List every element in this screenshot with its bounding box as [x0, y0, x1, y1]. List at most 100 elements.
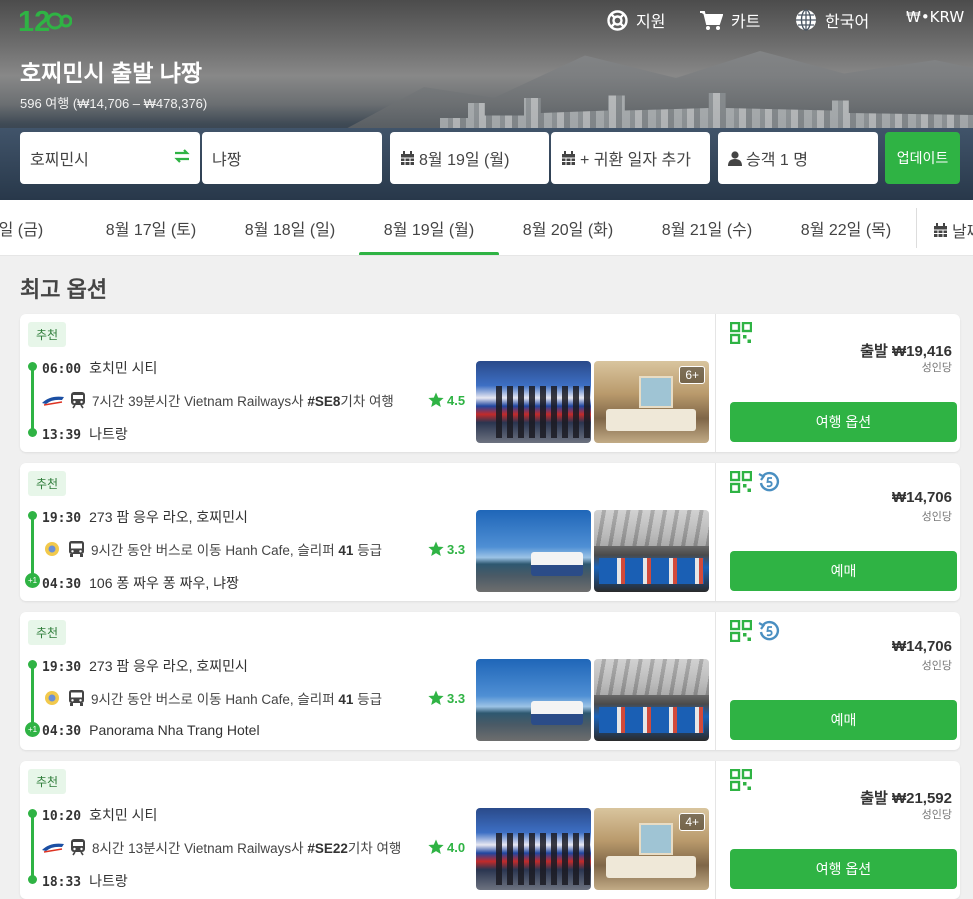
result-card[interactable]: 추천 +1 19:30 273 팜 응우 라오, 호찌민시 9시간 동안 버스로 … [20, 463, 960, 601]
departure-dot [28, 660, 37, 669]
currency-selector[interactable]: ₩•KRW [906, 8, 964, 26]
class-label: 기차 여행 [340, 394, 394, 409]
price-area: ₩14,706 성인당 예매 [725, 612, 960, 750]
operator: Vietnam Railways사 [184, 841, 304, 856]
train-photo[interactable] [476, 808, 591, 890]
route-line [31, 813, 34, 879]
operator: Vietnam Railways사 [184, 394, 304, 409]
hanh-cafe-logo [45, 691, 59, 705]
recommended-badge: 추천 [28, 769, 67, 794]
date-value: 8월 19일 (월) [419, 152, 510, 169]
section-title: 최고 옵션 [20, 277, 108, 302]
logo-12go[interactable]: 12 [18, 3, 72, 37]
passengers-field[interactable]: 승객 1 명 [718, 132, 878, 184]
price: 출발 ₩19,416 [860, 343, 952, 360]
page-title: 호찌민시 출발 냐짱 [20, 60, 203, 86]
card-divider [715, 612, 716, 750]
qr-ticket-icon [730, 471, 752, 493]
class-label: 기차 여행 [347, 841, 402, 856]
star-icon [428, 839, 444, 854]
star-icon [428, 392, 444, 407]
calendar-icon [934, 222, 947, 237]
result-card[interactable]: 추천 +1 19:30 273 팜 응우 라오, 호찌민시 9시간 동안 버스로 … [20, 612, 960, 750]
result-card[interactable]: 추천 06:00 호치민 시티 7시간 39분시간 Vietnam Railway… [20, 314, 960, 452]
return-date-label: + 귀환 일자 추가 [580, 152, 691, 169]
swap-icon[interactable] [174, 148, 190, 164]
passengers-value: 승객 1 명 [746, 152, 808, 169]
operator: Hanh Cafe, 슬리퍼 [225, 692, 335, 707]
from-field[interactable]: 호찌민시 [20, 132, 200, 184]
arrival-stop: 04:30 106 퐁 짜우 퐁 짜우, 냐짱 [42, 573, 239, 593]
recommended-badge: 추천 [28, 620, 67, 645]
return-date-field[interactable]: + 귀환 일자 추가 [551, 132, 710, 184]
arrival-time: 18:33 [42, 875, 82, 890]
date-tab[interactable]: 8월 21일 (수) [637, 200, 777, 255]
language-selector[interactable]: 한국어 [795, 8, 869, 32]
update-button[interactable]: 업데이트 [885, 132, 960, 184]
to-field[interactable]: 냐짱 [202, 132, 382, 184]
trip-options-button[interactable]: 여행 옵션 [730, 402, 957, 442]
trip-options-button[interactable]: 여행 옵션 [730, 849, 957, 889]
train-icon [71, 838, 85, 855]
train-code: #SE8 [307, 394, 341, 409]
trip-details: 9시간 동안 버스로 이동 Hanh Cafe, 슬리퍼 41 등급 [42, 539, 382, 559]
route-line [31, 515, 34, 581]
bus-photo[interactable] [476, 510, 591, 592]
cabin-photo[interactable]: 4+ [594, 808, 709, 890]
arrival-place: 106 퐁 짜우 퐁 짜우, 냐짱 [89, 575, 239, 591]
class-code: 41 [338, 692, 354, 707]
bus-interior-photo[interactable] [594, 510, 709, 592]
rating-value: 3.3 [447, 541, 466, 557]
currency-label: ₩•KRW [906, 8, 965, 26]
date-tab[interactable]: 8월 18일 (일) [220, 200, 360, 255]
more-photos-badge: 6+ [679, 366, 705, 384]
bus-interior-photo[interactable] [594, 659, 709, 741]
rating: 4.5 [428, 392, 465, 408]
trip-details: 7시간 39분시간 Vietnam Railways사 #SE8기차 여행 [42, 390, 394, 410]
from-value: 호찌민시 [30, 152, 89, 169]
more-photos-badge: 4+ [679, 813, 705, 831]
result-card[interactable]: 추천 10:20 호치민 시티 8시간 13분시간 Vietnam Railway… [20, 761, 960, 899]
date-tab[interactable]: 8월 17일 (토) [81, 200, 221, 255]
arrival-time: 04:30 [42, 577, 82, 592]
departure-time: 06:00 [42, 362, 82, 377]
bus-photo[interactable] [476, 659, 591, 741]
refund-icon [758, 471, 780, 492]
qr-ticket-icon [730, 769, 752, 791]
date-tab[interactable]: 16일 (금) [0, 200, 82, 255]
departure-time: 19:30 [42, 660, 82, 675]
date-picker-button[interactable]: 날짜 [933, 218, 973, 242]
departure-dot [28, 511, 37, 520]
book-button[interactable]: 예매 [730, 551, 957, 591]
cart-link[interactable]: 카트 [699, 8, 760, 32]
arrival-stop: 13:39 나트랑 [42, 424, 128, 444]
date-tab[interactable]: 8월 22일 (목) [776, 200, 916, 255]
per-adult: 성인당 [921, 660, 952, 672]
train-photo[interactable] [476, 361, 591, 443]
departure-place: 273 팜 응우 라오, 호찌민시 [89, 658, 248, 674]
arrival-dot [28, 875, 37, 884]
svg-text:12: 12 [18, 6, 50, 37]
page-subtitle: 596 여행 (₩14,706 – ₩478,376) [20, 96, 208, 111]
trip-details: 8시간 13분시간 Vietnam Railways사 #SE22기차 여행 [42, 837, 401, 857]
date-tab[interactable]: 8월 20일 (화) [498, 200, 638, 255]
globe-icon [796, 9, 816, 31]
cabin-photo[interactable]: 6+ [594, 361, 709, 443]
departure-dot [28, 362, 37, 371]
date-tab-active[interactable]: 8월 19일 (월) [359, 200, 499, 255]
cart-label: 카트 [731, 12, 761, 31]
arrival-dot [28, 428, 37, 437]
book-button[interactable]: 예매 [730, 700, 957, 740]
support-link[interactable]: 지원 [607, 8, 665, 32]
train-code: #SE22 [307, 841, 348, 856]
per-adult: 성인당 [921, 511, 952, 523]
refund-icon [758, 620, 780, 641]
price: ₩14,706 [891, 489, 952, 506]
duration: 9시간 동안 버스로 이동 [91, 692, 222, 707]
date-field[interactable]: 8월 19일 (월) [390, 132, 549, 184]
arrival-stop: 18:33 나트랑 [42, 871, 128, 891]
bus-icon [69, 540, 84, 557]
lifebuoy-icon [607, 9, 628, 31]
date-tabs: 16일 (금) 8월 17일 (토) 8월 18일 (일) 8월 19일 (월)… [0, 200, 973, 256]
calendar-icon [562, 150, 575, 165]
